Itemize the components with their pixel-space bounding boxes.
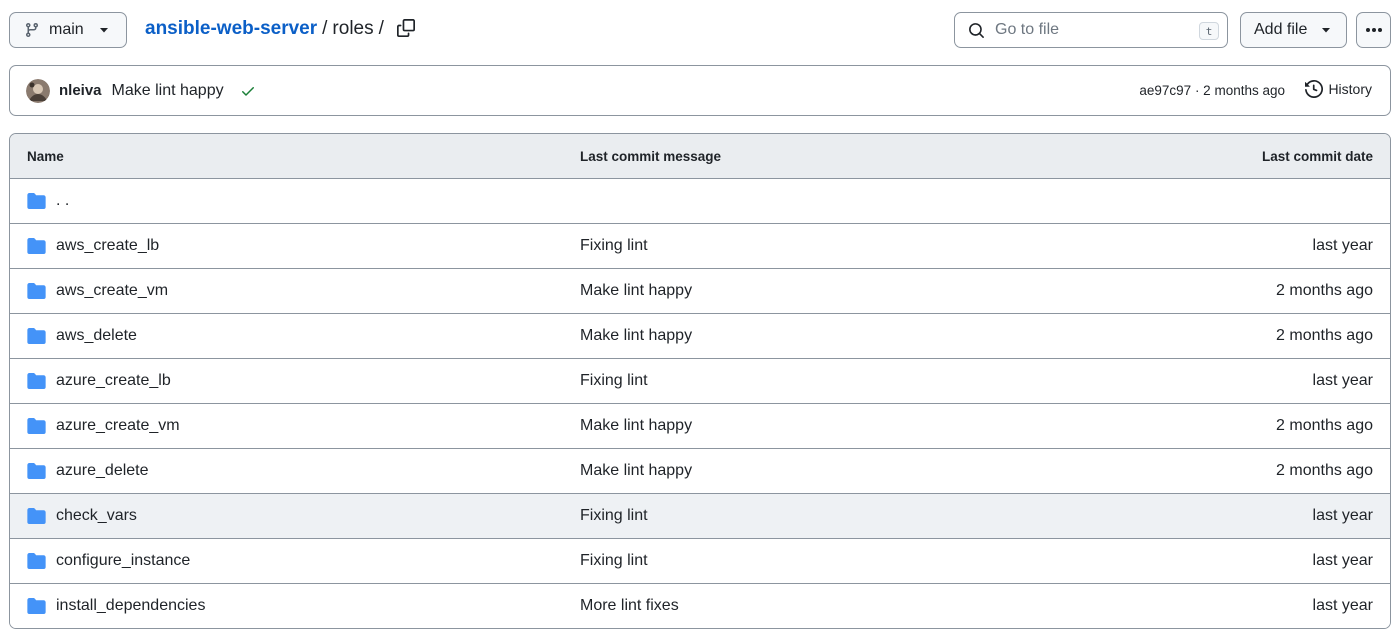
copy-icon <box>397 19 415 37</box>
history-icon <box>1305 80 1324 98</box>
commit-message-link[interactable]: Make lint happy <box>580 462 692 480</box>
commit-message-link[interactable]: Fixing lint <box>580 237 648 255</box>
table-row[interactable]: check_vars Fixing lint last year <box>10 494 1390 539</box>
parent-directory-row[interactable]: . . <box>10 179 1390 224</box>
copy-path-button[interactable] <box>395 17 417 39</box>
commit-message-link[interactable]: Make lint happy <box>580 327 692 345</box>
commit-date: last year <box>1312 237 1373 254</box>
commit-message[interactable]: Make lint happy <box>112 82 224 100</box>
table-row[interactable]: aws_delete Make lint happy 2 months ago <box>10 314 1390 359</box>
search-icon <box>968 22 985 39</box>
column-header-date: Last commit date <box>1261 149 1373 164</box>
file-name-link[interactable]: aws_create_lb <box>56 237 159 255</box>
history-button[interactable]: History <box>1305 80 1372 98</box>
check-icon[interactable] <box>240 83 256 99</box>
folder-icon <box>27 238 46 254</box>
file-name-link[interactable]: azure_create_lb <box>56 372 171 390</box>
file-list-table: Name Last commit message Last commit dat… <box>9 133 1391 629</box>
git-branch-icon <box>24 22 40 38</box>
file-rows: aws_create_lb Fixing lint last year aws_… <box>10 224 1390 628</box>
folder-icon <box>27 418 46 434</box>
commit-message-link[interactable]: More lint fixes <box>580 597 679 615</box>
go-to-file-search[interactable]: t <box>954 12 1228 48</box>
commit-date: 2 months ago <box>1276 417 1373 434</box>
file-name-link[interactable]: install_dependencies <box>56 597 205 615</box>
folder-icon <box>27 373 46 389</box>
file-name-link[interactable]: aws_delete <box>56 327 137 345</box>
branch-selector-button[interactable]: main <box>9 12 127 48</box>
latest-commit-bar: nleiva Make lint happy ae97c97 · 2 month… <box>9 65 1391 116</box>
triangle-down-icon <box>1320 24 1332 36</box>
more-options-button[interactable] <box>1356 12 1391 48</box>
table-row[interactable]: aws_create_vm Make lint happy 2 months a… <box>10 269 1390 314</box>
folder-icon <box>27 508 46 524</box>
commit-author[interactable]: nleiva <box>59 82 102 99</box>
avatar[interactable] <box>26 78 50 103</box>
add-file-button[interactable]: Add file <box>1240 12 1347 48</box>
breadcrumb-repo-link[interactable]: ansible-web-server <box>145 18 317 40</box>
go-to-file-input[interactable] <box>995 21 1185 39</box>
add-file-label: Add file <box>1254 21 1308 38</box>
commit-date: last year <box>1312 507 1373 524</box>
commit-date: last year <box>1312 372 1373 389</box>
table-header: Name Last commit message Last commit dat… <box>10 134 1390 179</box>
folder-icon <box>27 283 46 299</box>
commit-date: 2 months ago <box>1276 282 1373 299</box>
folder-icon <box>27 193 46 209</box>
folder-icon <box>27 598 46 614</box>
commit-message-link[interactable]: Make lint happy <box>580 282 692 300</box>
commit-date: last year <box>1312 552 1373 569</box>
commit-message-link[interactable]: Fixing lint <box>580 507 648 525</box>
breadcrumb-separator: / <box>378 18 384 39</box>
breadcrumb: ansible-web-server / roles / <box>145 17 389 41</box>
kebab-horizontal-icon <box>1365 27 1383 33</box>
file-name-link[interactable]: configure_instance <box>56 552 190 570</box>
table-row[interactable]: azure_delete Make lint happy 2 months ag… <box>10 449 1390 494</box>
history-label: History <box>1328 81 1372 97</box>
commit-date: last year <box>1312 597 1373 614</box>
table-row[interactable]: configure_instance Fixing lint last year <box>10 539 1390 584</box>
commit-message-link[interactable]: Fixing lint <box>580 372 648 390</box>
table-row[interactable]: install_dependencies More lint fixes las… <box>10 584 1390 628</box>
column-header-name: Name <box>27 149 64 164</box>
commit-date: 2 months ago <box>1276 462 1373 479</box>
table-row[interactable]: azure_create_lb Fixing lint last year <box>10 359 1390 404</box>
parent-directory-link[interactable]: . . <box>56 192 69 210</box>
table-row[interactable]: aws_create_lb Fixing lint last year <box>10 224 1390 269</box>
commit-message-link[interactable]: Fixing lint <box>580 552 648 570</box>
file-name-link[interactable]: aws_create_vm <box>56 282 168 300</box>
commit-date: 2 months ago <box>1276 327 1373 344</box>
keyboard-shortcut-hint: t <box>1199 22 1219 40</box>
breadcrumb-current-dir: roles <box>332 18 374 39</box>
column-header-message: Last commit message <box>580 149 722 164</box>
file-name-link[interactable]: check_vars <box>56 507 137 525</box>
folder-icon <box>27 553 46 569</box>
file-name-link[interactable]: azure_create_vm <box>56 417 180 435</box>
folder-icon <box>27 328 46 344</box>
folder-icon <box>27 463 46 479</box>
repo-toolbar: main ansible-web-server / roles / t Add … <box>0 0 1400 60</box>
branch-label: main <box>49 21 84 38</box>
commit-message-link[interactable]: Make lint happy <box>580 417 692 435</box>
breadcrumb-separator: / <box>322 18 328 39</box>
table-row[interactable]: azure_create_vm Make lint happy 2 months… <box>10 404 1390 449</box>
file-name-link[interactable]: azure_delete <box>56 462 149 480</box>
triangle-down-icon <box>98 24 110 36</box>
commit-hash-and-time[interactable]: ae97c97 · 2 months ago <box>1139 83 1285 98</box>
